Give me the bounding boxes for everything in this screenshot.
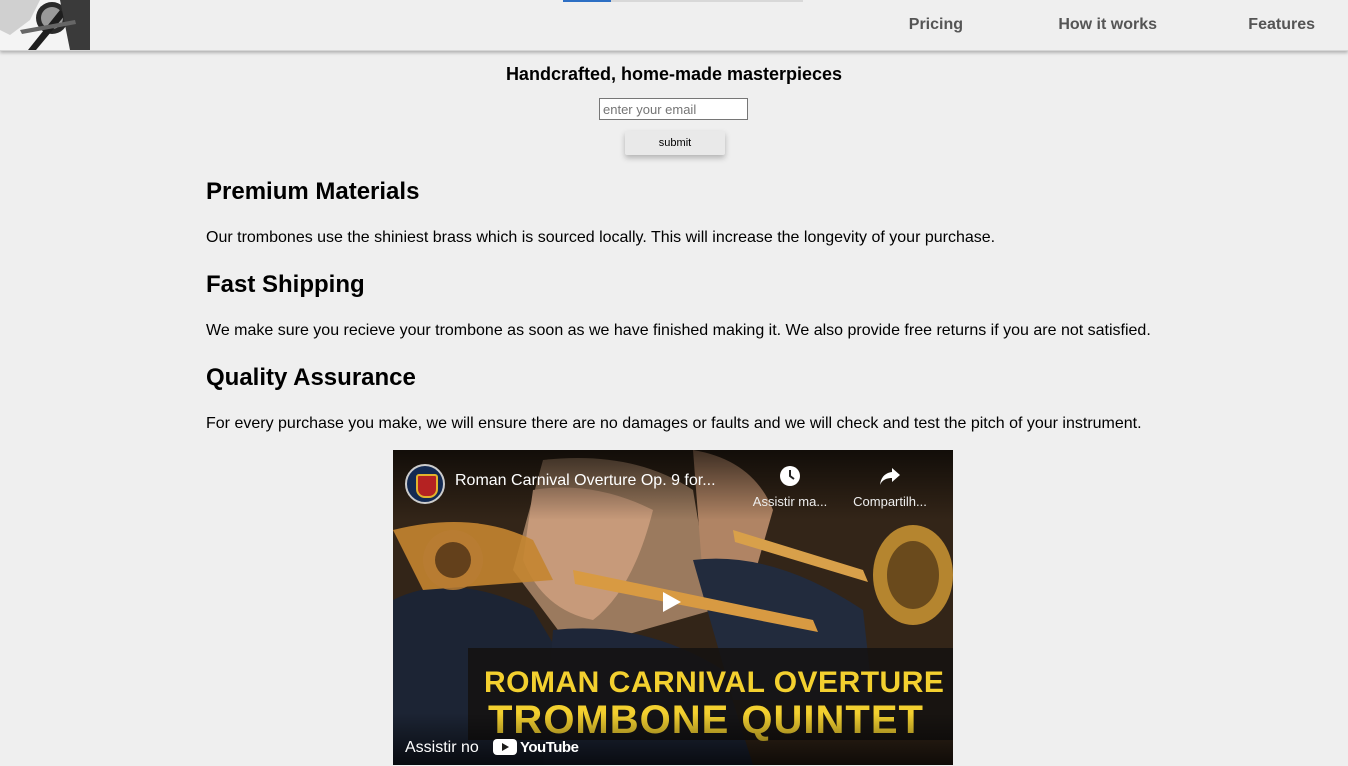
- hero-title: Handcrafted, home-made masterpieces: [505, 64, 843, 84]
- youtube-logo: YouTube: [493, 739, 579, 757]
- email-input[interactable]: [599, 98, 748, 120]
- feature-text-fast-shipping: We make sure you recieve your trombone a…: [206, 322, 1151, 339]
- channel-avatar[interactable]: [405, 464, 445, 504]
- youtube-logo-text: YouTube: [520, 739, 579, 756]
- site-header: Pricing How it works Features: [0, 0, 1348, 51]
- feature-title-premium-materials: Premium Materials: [206, 178, 420, 205]
- feature-text-premium-materials: Our trombones use the shiniest brass whi…: [206, 229, 996, 246]
- watch-later-label: Assistir ma...: [752, 494, 828, 509]
- youtube-play-icon: [493, 739, 517, 755]
- submit-button[interactable]: submit: [625, 131, 725, 155]
- watch-on-label: Assistir no: [405, 739, 479, 756]
- loading-progress-bar: [563, 0, 803, 2]
- feature-title-fast-shipping: Fast Shipping: [206, 271, 365, 298]
- nav-link-features[interactable]: Features: [1248, 16, 1315, 34]
- nav-link-how-it-works[interactable]: How it works: [1058, 16, 1157, 34]
- watch-on-youtube-bar[interactable]: Assistir no YouTube: [393, 713, 953, 765]
- channel-crest-icon: [416, 474, 438, 498]
- trombone-logo[interactable]: [0, 0, 90, 50]
- share-button[interactable]: Compartilh...: [845, 464, 935, 509]
- share-label: Compartilh...: [853, 494, 927, 509]
- clock-icon: [745, 464, 835, 488]
- feature-title-quality-assurance: Quality Assurance: [206, 364, 416, 391]
- play-button[interactable]: [643, 577, 703, 627]
- video-embed[interactable]: Roman Carnival Overture Op. 9 for... Ass…: [393, 450, 953, 765]
- video-title[interactable]: Roman Carnival Overture Op. 9 for...: [455, 472, 716, 490]
- nav-link-pricing[interactable]: Pricing: [909, 16, 963, 34]
- video-top-bar: Roman Carnival Overture Op. 9 for... Ass…: [393, 450, 953, 520]
- watch-later-button[interactable]: Assistir ma...: [745, 464, 835, 509]
- feature-text-quality-assurance: For every purchase you make, we will ens…: [206, 415, 1142, 432]
- progress-fill: [563, 0, 611, 2]
- play-icon: [663, 592, 681, 612]
- banner-line-1: ROMAN CARNIVAL OVERTURE: [484, 666, 945, 699]
- share-icon: [845, 464, 935, 488]
